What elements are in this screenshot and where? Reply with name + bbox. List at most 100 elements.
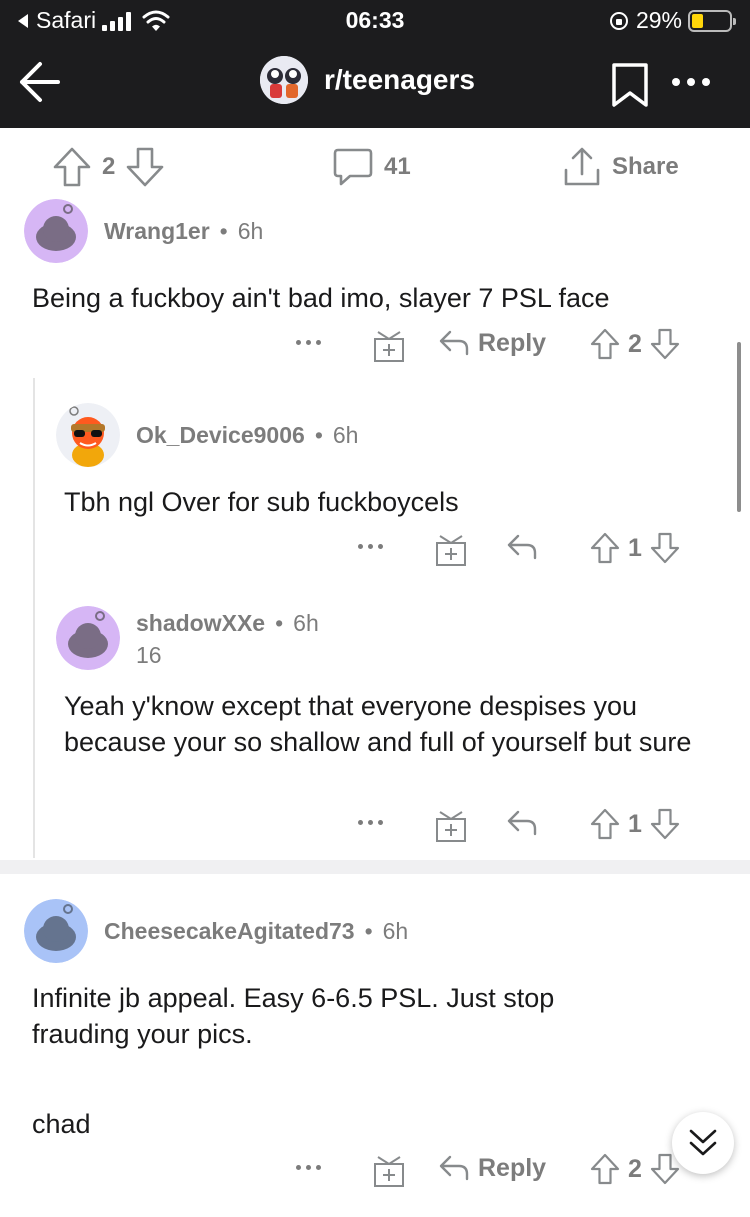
reply-button[interactable]: Reply xyxy=(438,1153,546,1183)
double-chevron-down-icon xyxy=(689,1129,717,1156)
thread-line[interactable] xyxy=(33,378,35,858)
downvote-icon[interactable] xyxy=(650,808,680,840)
comment-username[interactable]: Ok_Device9006 xyxy=(136,422,305,449)
comment-vote-group: 1 xyxy=(590,532,680,564)
comment-username[interactable]: CheesecakeAgitated73 xyxy=(104,918,355,945)
post-score: 2 xyxy=(102,153,116,180)
downvote-icon[interactable] xyxy=(650,328,680,360)
more-dots-icon xyxy=(358,820,383,825)
more-dots-icon xyxy=(296,1165,321,1170)
battery-percent: 29% xyxy=(635,7,682,33)
comment-time: 6h xyxy=(332,421,359,448)
more-options-button[interactable] xyxy=(358,820,383,825)
post-action-bar: 2 41 Share xyxy=(0,128,750,206)
gift-icon xyxy=(374,331,404,362)
reply-button[interactable]: Reply xyxy=(438,328,546,358)
upvote-icon[interactable] xyxy=(52,146,92,188)
more-dots-icon xyxy=(358,544,383,549)
comment-actions: 1 xyxy=(0,806,750,846)
top-bar: Safari 06:33 29% r/teenagers xyxy=(0,0,750,128)
upvote-icon[interactable] xyxy=(590,328,620,360)
comment-header: CheesecakeAgitated73 • 6h xyxy=(24,899,408,963)
bookmark-icon[interactable] xyxy=(610,62,650,108)
upvote-icon[interactable] xyxy=(590,808,620,840)
gift-icon xyxy=(436,811,466,842)
comment-actions: Reply 2 xyxy=(0,1151,750,1191)
award-button[interactable] xyxy=(372,329,406,363)
award-button[interactable] xyxy=(434,533,468,567)
post-comments-button[interactable]: 41 xyxy=(332,146,411,188)
comment-vote-group: 2 xyxy=(590,328,680,360)
comment-time: 6h xyxy=(237,217,264,244)
user-flair-score: 16 xyxy=(136,642,162,668)
avatar[interactable] xyxy=(24,899,88,963)
comment-time: 6h xyxy=(293,610,319,636)
comment-actions: 1 xyxy=(0,530,750,570)
comment-body-line: chad xyxy=(32,1109,91,1139)
comment-username[interactable]: Wrang1er xyxy=(104,218,210,245)
scrollbar-thumb[interactable] xyxy=(737,342,741,512)
reply-label: Reply xyxy=(478,328,547,357)
gift-icon xyxy=(374,1156,404,1187)
comment-header: Wrang1er • 6h xyxy=(24,199,263,263)
more-options-button[interactable] xyxy=(296,1165,321,1170)
downvote-icon[interactable] xyxy=(125,146,165,188)
subreddit-name: r/teenagers xyxy=(324,64,475,95)
comment-score: 2 xyxy=(628,329,642,358)
more-dots-icon xyxy=(296,340,321,345)
reply-button[interactable] xyxy=(506,808,538,838)
more-options-icon[interactable] xyxy=(672,70,724,94)
reply-button[interactable] xyxy=(506,532,538,562)
reply-arrow-icon xyxy=(507,810,537,836)
share-label: Share xyxy=(612,153,679,180)
status-bar: Safari 06:33 29% xyxy=(0,0,750,44)
share-icon xyxy=(564,147,600,186)
comment-body: Infinite jb appeal. Easy 6-6.5 PSL. Just… xyxy=(32,983,555,1049)
app-header: r/teenagers xyxy=(0,44,750,128)
avatar[interactable] xyxy=(56,403,120,467)
award-button[interactable] xyxy=(372,1154,406,1188)
comment-vote-group: 1 xyxy=(590,808,680,840)
award-button[interactable] xyxy=(434,809,468,843)
comment-divider xyxy=(0,860,750,874)
post-vote-group: 2 xyxy=(52,146,165,188)
comment-vote-group: 2 xyxy=(590,1153,680,1185)
separator-dot: • xyxy=(364,917,373,944)
separator-dot: • xyxy=(314,421,323,448)
next-comment-button[interactable] xyxy=(672,1112,734,1174)
comment-score: 2 xyxy=(628,1154,642,1183)
upvote-icon[interactable] xyxy=(590,1153,620,1185)
more-options-button[interactable] xyxy=(296,340,321,345)
comment-header: shadowXXe • 6h xyxy=(56,606,319,670)
reply-arrow-icon xyxy=(439,1155,469,1181)
downvote-icon[interactable] xyxy=(650,532,680,564)
post-comment-count: 41 xyxy=(384,153,411,180)
status-right: 29% xyxy=(608,7,736,34)
back-arrow-icon[interactable] xyxy=(14,56,66,108)
reply-arrow-icon xyxy=(507,534,537,560)
comment-body: Being a fuckboy ain't bad imo, slayer 7 … xyxy=(32,283,610,313)
separator-dot: • xyxy=(219,217,228,244)
upvote-icon[interactable] xyxy=(590,532,620,564)
reply-arrow-icon xyxy=(439,330,469,356)
comment-username[interactable]: shadowXXe xyxy=(136,610,265,637)
avatar[interactable] xyxy=(24,199,88,263)
separator-dot: • xyxy=(275,610,284,636)
subreddit-avatar xyxy=(260,56,308,104)
comment-score: 1 xyxy=(628,533,642,562)
comment-score: 1 xyxy=(628,809,642,838)
comment-header: Ok_Device9006 • 6h xyxy=(56,403,358,467)
orientation-lock-icon xyxy=(609,11,628,30)
comment-body: Tbh ngl Over for sub fuckboycels xyxy=(64,487,459,517)
avatar[interactable] xyxy=(56,606,120,670)
more-options-button[interactable] xyxy=(358,544,383,549)
comment-bubble-icon xyxy=(333,148,373,186)
subreddit-title[interactable]: r/teenagers xyxy=(260,56,475,104)
reply-label: Reply xyxy=(478,1153,547,1182)
comment-actions: Reply 2 xyxy=(0,326,750,366)
post-share-button[interactable]: Share xyxy=(562,146,679,188)
comment-body: Yeah y'know except that everyone despise… xyxy=(64,691,692,757)
comment-time: 6h xyxy=(382,917,409,944)
battery-icon xyxy=(688,9,736,32)
gift-icon xyxy=(436,535,466,566)
